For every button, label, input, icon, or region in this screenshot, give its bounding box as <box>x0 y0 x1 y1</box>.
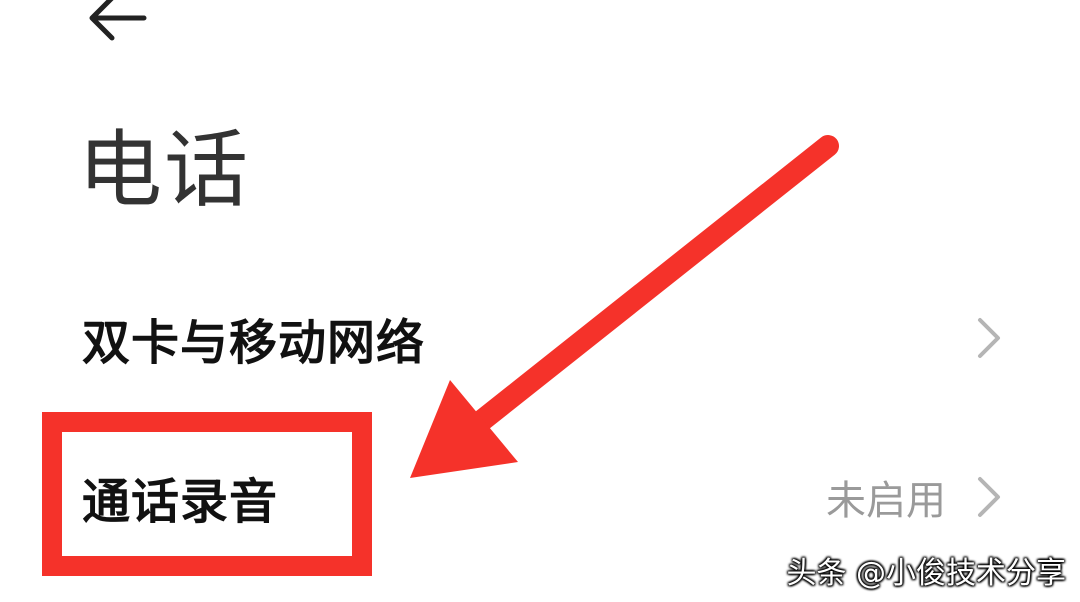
settings-item-label: 通话录音 <box>82 474 279 530</box>
arrow-left-icon <box>89 0 147 41</box>
settings-item-status: 未启用 <box>826 478 946 524</box>
back-button[interactable] <box>82 0 152 42</box>
settings-item-call-recording[interactable]: 通话录音 未启用 <box>0 442 1080 552</box>
settings-item-label: 双卡与移动网络 <box>82 315 426 371</box>
chevron-right-icon <box>972 475 1004 519</box>
settings-item-dual-sim-network[interactable]: 双卡与移动网络 <box>0 283 1080 393</box>
chevron-right-icon <box>972 316 1004 360</box>
watermark: 头条 @小俊技术分享 <box>786 556 1066 591</box>
page-title: 电话 <box>78 121 251 219</box>
